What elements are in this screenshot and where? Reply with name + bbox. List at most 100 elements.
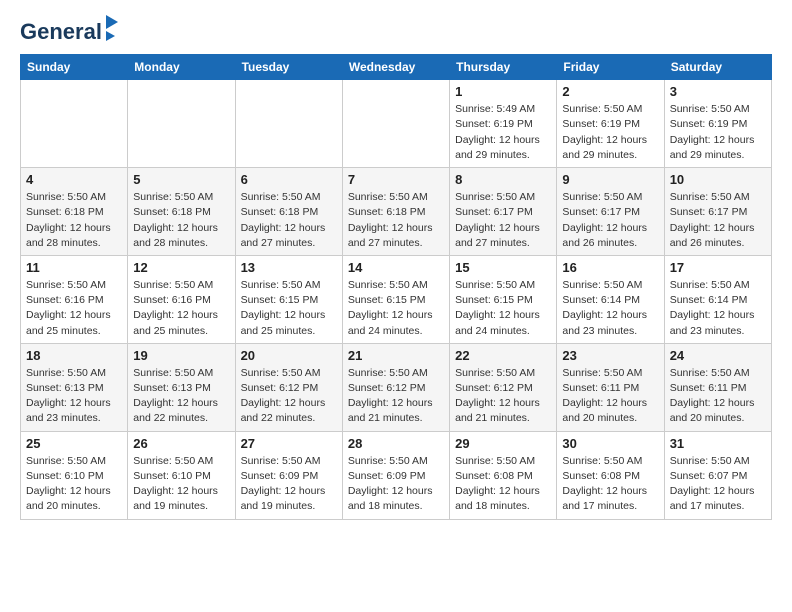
calendar-cell — [21, 80, 128, 168]
calendar-cell: 8 Sunrise: 5:50 AM Sunset: 6:17 PM Daylig… — [450, 168, 557, 256]
calendar-cell: 16 Sunrise: 5:50 AM Sunset: 6:14 PM Dayli… — [557, 255, 664, 343]
calendar-cell: 15 Sunrise: 5:50 AM Sunset: 6:15 PM Dayli… — [450, 255, 557, 343]
weekday-header-monday: Monday — [128, 55, 235, 80]
day-info: Sunrise: 5:50 AM Sunset: 6:15 PM Dayligh… — [455, 278, 551, 339]
day-number: 20 — [241, 348, 337, 363]
calendar-cell: 1 Sunrise: 5:49 AM Sunset: 6:19 PM Daylig… — [450, 80, 557, 168]
logo-text: General — [20, 20, 102, 44]
day-number: 24 — [670, 348, 766, 363]
calendar-cell: 28Sunrise: 5:50 AM Sunset: 6:09 PM Dayli… — [342, 431, 449, 519]
day-info: Sunrise: 5:50 AM Sunset: 6:13 PM Dayligh… — [133, 366, 229, 427]
day-info: Sunrise: 5:50 AM Sunset: 6:18 PM Dayligh… — [26, 190, 122, 251]
calendar-cell: 19 Sunrise: 5:50 AM Sunset: 6:13 PM Dayli… — [128, 343, 235, 431]
day-info: Sunrise: 5:50 AM Sunset: 6:08 PM Dayligh… — [455, 454, 551, 515]
day-number: 12 — [133, 260, 229, 275]
day-number: 7 — [348, 172, 444, 187]
day-number: 5 — [133, 172, 229, 187]
weekday-header-sunday: Sunday — [21, 55, 128, 80]
day-info: Sunrise: 5:50 AM Sunset: 6:18 PM Dayligh… — [133, 190, 229, 251]
weekday-header-wednesday: Wednesday — [342, 55, 449, 80]
day-info: Sunrise: 5:50 AM Sunset: 6:12 PM Dayligh… — [455, 366, 551, 427]
day-info: Sunrise: 5:50 AM Sunset: 6:17 PM Dayligh… — [455, 190, 551, 251]
calendar-cell: 30 Sunrise: 5:50 AM Sunset: 6:08 PM Dayli… — [557, 431, 664, 519]
day-number: 31 — [670, 436, 766, 451]
day-info: Sunrise: 5:50 AM Sunset: 6:16 PM Dayligh… — [26, 278, 122, 339]
day-number: 16 — [562, 260, 658, 275]
day-info: Sunrise: 5:50 AM Sunset: 6:16 PM Dayligh… — [133, 278, 229, 339]
calendar-cell: 31 Sunrise: 5:50 AM Sunset: 6:07 PM Dayli… — [664, 431, 771, 519]
day-number: 22 — [455, 348, 551, 363]
day-info: Sunrise: 5:49 AM Sunset: 6:19 PM Dayligh… — [455, 102, 551, 163]
day-number: 28 — [348, 436, 444, 451]
weekday-header-thursday: Thursday — [450, 55, 557, 80]
calendar-cell: 20 Sunrise: 5:50 AM Sunset: 6:12 PM Dayli… — [235, 343, 342, 431]
day-info: Sunrise: 5:50 AM Sunset: 6:19 PM Dayligh… — [562, 102, 658, 163]
day-info: Sunrise: 5:50 AM Sunset: 6:12 PM Dayligh… — [241, 366, 337, 427]
day-info: Sunrise: 5:50 AM Sunset: 6:09 PM Dayligh… — [241, 454, 337, 515]
logo-general: General — [20, 19, 102, 44]
calendar-cell: 9Sunrise: 5:50 AM Sunset: 6:17 PM Daylig… — [557, 168, 664, 256]
day-number: 9 — [562, 172, 658, 187]
day-info: Sunrise: 5:50 AM Sunset: 6:10 PM Dayligh… — [133, 454, 229, 515]
calendar-cell — [342, 80, 449, 168]
calendar-cell: 22 Sunrise: 5:50 AM Sunset: 6:12 PM Dayli… — [450, 343, 557, 431]
calendar-week-1: 1 Sunrise: 5:49 AM Sunset: 6:19 PM Daylig… — [21, 80, 772, 168]
calendar-cell: 4 Sunrise: 5:50 AM Sunset: 6:18 PM Daylig… — [21, 168, 128, 256]
calendar-cell: 3 Sunrise: 5:50 AM Sunset: 6:19 PM Daylig… — [664, 80, 771, 168]
calendar-cell: 14 Sunrise: 5:50 AM Sunset: 6:15 PM Dayli… — [342, 255, 449, 343]
day-number: 14 — [348, 260, 444, 275]
calendar-cell: 18 Sunrise: 5:50 AM Sunset: 6:13 PM Dayli… — [21, 343, 128, 431]
calendar-cell: 13 Sunrise: 5:50 AM Sunset: 6:15 PM Dayli… — [235, 255, 342, 343]
day-number: 11 — [26, 260, 122, 275]
weekday-header-tuesday: Tuesday — [235, 55, 342, 80]
calendar-cell: 11 Sunrise: 5:50 AM Sunset: 6:16 PM Dayli… — [21, 255, 128, 343]
day-number: 19 — [133, 348, 229, 363]
calendar-cell: 27 Sunrise: 5:50 AM Sunset: 6:09 PM Dayli… — [235, 431, 342, 519]
day-info: Sunrise: 5:50 AM Sunset: 6:12 PM Dayligh… — [348, 366, 444, 427]
day-number: 26 — [133, 436, 229, 451]
day-info: Sunrise: 5:50 AM Sunset: 6:15 PM Dayligh… — [348, 278, 444, 339]
day-info: Sunrise: 5:50 AM Sunset: 6:11 PM Dayligh… — [562, 366, 658, 427]
day-number: 18 — [26, 348, 122, 363]
calendar-cell: 29 Sunrise: 5:50 AM Sunset: 6:08 PM Dayli… — [450, 431, 557, 519]
day-number: 15 — [455, 260, 551, 275]
day-number: 29 — [455, 436, 551, 451]
calendar-cell: 21 Sunrise: 5:50 AM Sunset: 6:12 PM Dayli… — [342, 343, 449, 431]
day-info: Sunrise: 5:50 AM Sunset: 6:14 PM Dayligh… — [562, 278, 658, 339]
day-info: Sunrise: 5:50 AM Sunset: 6:17 PM Dayligh… — [670, 190, 766, 251]
calendar-cell: 10 Sunrise: 5:50 AM Sunset: 6:17 PM Dayli… — [664, 168, 771, 256]
day-info: Sunrise: 5:50 AM Sunset: 6:13 PM Dayligh… — [26, 366, 122, 427]
day-number: 30 — [562, 436, 658, 451]
day-info: Sunrise: 5:50 AM Sunset: 6:15 PM Dayligh… — [241, 278, 337, 339]
day-number: 3 — [670, 84, 766, 99]
weekday-header-friday: Friday — [557, 55, 664, 80]
day-number: 13 — [241, 260, 337, 275]
day-number: 27 — [241, 436, 337, 451]
day-info: Sunrise: 5:50 AM Sunset: 6:18 PM Dayligh… — [241, 190, 337, 251]
logo: General — [20, 20, 118, 44]
day-number: 10 — [670, 172, 766, 187]
day-number: 8 — [455, 172, 551, 187]
calendar-cell: 5 Sunrise: 5:50 AM Sunset: 6:18 PM Daylig… — [128, 168, 235, 256]
calendar-header-row: SundayMondayTuesdayWednesdayThursdayFrid… — [21, 55, 772, 80]
calendar-cell: 17Sunrise: 5:50 AM Sunset: 6:14 PM Dayli… — [664, 255, 771, 343]
day-number: 23 — [562, 348, 658, 363]
page-header: General — [20, 20, 772, 44]
day-number: 4 — [26, 172, 122, 187]
calendar-cell: 23 Sunrise: 5:50 AM Sunset: 6:11 PM Dayli… — [557, 343, 664, 431]
calendar-week-2: 4 Sunrise: 5:50 AM Sunset: 6:18 PM Daylig… — [21, 168, 772, 256]
calendar-cell: 7Sunrise: 5:50 AM Sunset: 6:18 PM Daylig… — [342, 168, 449, 256]
calendar-cell: 12 Sunrise: 5:50 AM Sunset: 6:16 PM Dayli… — [128, 255, 235, 343]
calendar-cell: 26 Sunrise: 5:50 AM Sunset: 6:10 PM Dayli… — [128, 431, 235, 519]
day-info: Sunrise: 5:50 AM Sunset: 6:19 PM Dayligh… — [670, 102, 766, 163]
day-number: 2 — [562, 84, 658, 99]
day-number: 1 — [455, 84, 551, 99]
calendar-cell — [128, 80, 235, 168]
day-number: 21 — [348, 348, 444, 363]
calendar-cell: 6 Sunrise: 5:50 AM Sunset: 6:18 PM Daylig… — [235, 168, 342, 256]
day-info: Sunrise: 5:50 AM Sunset: 6:14 PM Dayligh… — [670, 278, 766, 339]
calendar-cell — [235, 80, 342, 168]
day-info: Sunrise: 5:50 AM Sunset: 6:07 PM Dayligh… — [670, 454, 766, 515]
day-info: Sunrise: 5:50 AM Sunset: 6:08 PM Dayligh… — [562, 454, 658, 515]
day-number: 6 — [241, 172, 337, 187]
